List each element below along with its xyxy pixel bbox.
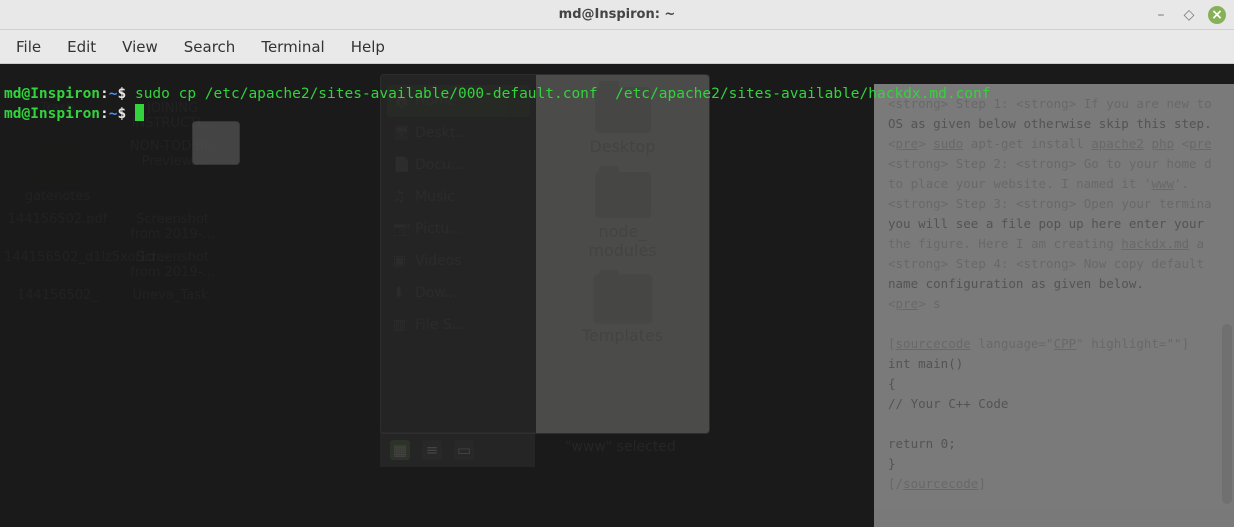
menu-terminal[interactable]: Terminal	[249, 32, 336, 62]
close-icon[interactable]: ×	[1208, 6, 1226, 24]
maximize-icon[interactable]: ◇	[1180, 6, 1198, 24]
terminal-command: sudo cp /etc/apache2/sites-available/000…	[135, 86, 991, 102]
menubar: File Edit View Search Terminal Help	[0, 30, 1234, 64]
prompt-user: md@Inspiron	[4, 86, 100, 102]
menu-edit[interactable]: Edit	[55, 32, 108, 62]
menu-search[interactable]: Search	[172, 32, 248, 62]
prompt-path: ~	[109, 86, 118, 102]
prompt-sep: :	[100, 106, 109, 122]
terminal-cursor	[135, 104, 144, 121]
menu-help[interactable]: Help	[339, 32, 397, 62]
menu-view[interactable]: View	[110, 32, 170, 62]
prompt-sep: :	[100, 86, 109, 102]
prompt-end: $	[118, 86, 135, 102]
window-titlebar: md@Inspiron: ~ – ◇ ×	[0, 0, 1234, 30]
prompt-user: md@Inspiron	[4, 106, 100, 122]
window-controls: – ◇ ×	[1152, 6, 1226, 24]
menu-file[interactable]: File	[4, 32, 53, 62]
prompt-path: ~	[109, 106, 118, 122]
minimize-icon[interactable]: –	[1152, 6, 1170, 24]
window-title: md@Inspiron: ~	[559, 7, 676, 22]
prompt-end: $	[118, 106, 135, 122]
terminal[interactable]: md@Inspiron:~$ sudo cp /etc/apache2/site…	[0, 64, 1234, 527]
